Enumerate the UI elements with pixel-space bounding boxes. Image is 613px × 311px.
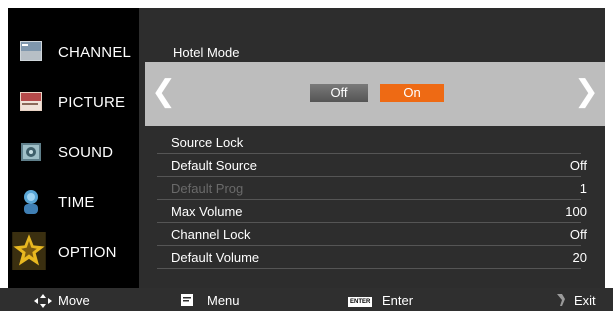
time-icon [24,190,38,214]
row-label: Default Prog [171,181,244,196]
channel-icon [20,41,42,61]
sidebar-item-sound[interactable]: SOUND [8,128,139,178]
row-label: Channel Lock [171,227,251,242]
page-title: Hotel Mode [173,45,240,60]
row-value: 1 [579,181,587,196]
hotel-mode-selector[interactable]: ❮ Off On ❯ [145,62,605,126]
tv-menu-screen: CHANNEL PICTURE SOUND TIME OPTION Hotel … [0,0,613,311]
sidebar-item-label: CHANNEL [58,44,132,61]
sidebar-item-label: SOUND [58,144,114,161]
max-volume-row[interactable]: Max Volume 100 [157,200,587,223]
hotel-mode-off-option[interactable]: Off [310,84,368,102]
footer-hint-bar: Move Menu ENTER Enter Exit [0,288,613,311]
chevron-right-icon[interactable]: ❯ [574,72,599,112]
default-prog-row: Default Prog 1 [157,177,587,200]
sidebar: CHANNEL PICTURE SOUND TIME OPTION [8,8,139,288]
hint-enter-label: Enter [382,293,414,308]
sidebar-item-option[interactable]: OPTION [8,228,139,278]
exit-icon [557,294,565,306]
hint-exit-label: Exit [574,293,596,308]
settings-panel: Hotel Mode ❮ Off On ❯ Source Lock Defaul… [139,8,605,288]
default-volume-row[interactable]: Default Volume 20 [157,246,587,269]
picture-icon [20,92,42,111]
hint-menu-label: Menu [207,293,240,308]
row-label: Source Lock [171,135,244,150]
sidebar-item-label: TIME [58,194,95,211]
hint-move-label: Move [58,293,90,308]
row-value: 20 [572,250,587,265]
row-value: 100 [565,204,587,219]
sidebar-item-time[interactable]: TIME [8,178,139,228]
row-value: Off [569,158,587,173]
chevron-left-icon[interactable]: ❮ [151,72,176,112]
sidebar-item-label: PICTURE [58,94,126,111]
move-arrows-icon [34,294,52,308]
enter-key-icon: ENTER [348,297,373,307]
sidebar-item-picture[interactable]: PICTURE [8,78,139,128]
hotel-mode-on-option[interactable]: On [380,84,444,102]
sidebar-item-label: OPTION [58,244,117,261]
row-value: Off [569,227,587,242]
source-lock-row[interactable]: Source Lock [157,131,581,154]
option-star-icon [12,232,46,270]
row-label: Max Volume [171,204,243,219]
row-label: Default Source [171,158,257,173]
channel-lock-row[interactable]: Channel Lock Off [157,223,587,246]
default-source-row[interactable]: Default Source Off [157,154,587,177]
sound-icon [21,143,41,161]
menu-icon [181,294,193,306]
sidebar-item-channel[interactable]: CHANNEL [8,28,139,78]
row-label: Default Volume [171,250,260,265]
